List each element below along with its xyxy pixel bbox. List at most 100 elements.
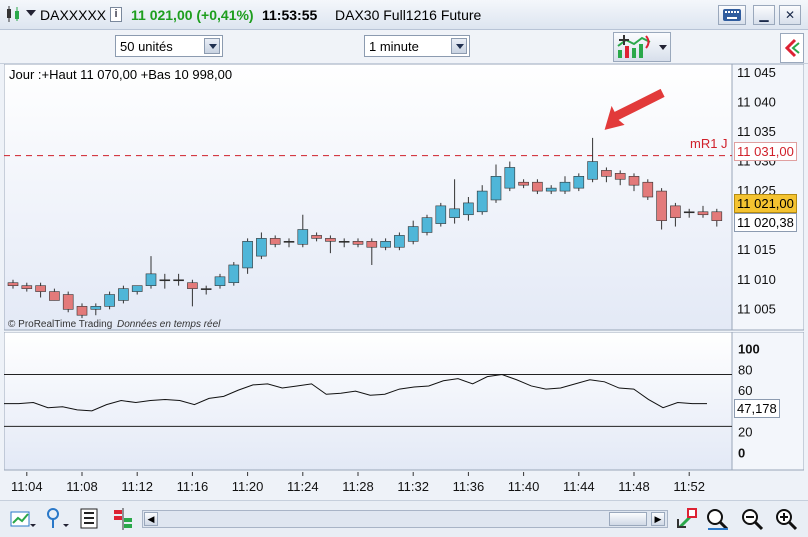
price-tick-label: 11 040 (737, 94, 776, 109)
time-tick-label: 11:08 (66, 479, 98, 494)
cursor-price-tag: 11 020,38 (734, 213, 797, 232)
candle-body (476, 190, 488, 213)
symbol-dropdown-icon[interactable] (26, 10, 36, 16)
candle-body (380, 241, 391, 248)
interval-select[interactable]: 1 minute (364, 35, 470, 57)
candle-body (242, 241, 253, 269)
price-tick-label: 11 005 (737, 301, 776, 316)
info-icon[interactable]: i (110, 7, 122, 22)
time-tick-label: 11:36 (453, 479, 485, 494)
last-price-tag: 11 021,00 (734, 194, 797, 213)
candle-body (256, 238, 267, 257)
units-select-value: 50 unités (120, 39, 173, 54)
indicator-tools-icon[interactable] (44, 508, 70, 536)
keyboard-button[interactable] (718, 5, 746, 25)
candle-body (366, 241, 378, 248)
close-chart-icon (784, 38, 800, 58)
candle-body (21, 285, 33, 289)
candle-body (352, 241, 364, 245)
time-tick-label: 11:04 (11, 479, 43, 494)
time-axis: 11:04 11:08 11:12 11:16 11:20 11:24 11:28 11:32… (4, 472, 804, 500)
candle-body (559, 181, 571, 192)
scroll-right-icon[interactable]: ▶ (651, 512, 665, 526)
time-tick-label: 11:24 (287, 479, 319, 494)
chart-type-icon[interactable] (10, 508, 36, 536)
indicator-chart-icon (617, 35, 651, 58)
time-tick-label: 11:20 (232, 479, 264, 494)
candle-body (104, 294, 115, 307)
price-chart[interactable]: 11 04511 04011 03511 03011 02511 02011 0… (3, 63, 805, 332)
candle-body (76, 306, 88, 316)
crosshair-tool-icon[interactable] (676, 507, 700, 537)
candle-body (518, 181, 529, 186)
candle-body (269, 238, 281, 245)
order-book-icon[interactable] (112, 508, 134, 536)
close-icon: ✕ (784, 8, 796, 22)
candle-body (159, 279, 171, 282)
candle-body (407, 226, 419, 242)
indicator-panel[interactable]: 100806040200 47,178 (3, 331, 805, 472)
scroll-left-icon[interactable]: ◀ (144, 512, 158, 526)
price-tick-label: 11 015 (737, 242, 776, 257)
price-tick-label: 11 035 (737, 124, 776, 139)
candle-body (7, 282, 19, 286)
candle-body (283, 241, 295, 243)
watermark-realtime: Données en temps réel (117, 319, 221, 330)
time-axis-svg: 11:04 11:08 11:12 11:16 11:20 11:24 11:28 11:32… (11, 472, 705, 494)
horizontal-scrollbar[interactable]: ◀ ▶ (142, 510, 668, 528)
candle-body (532, 181, 543, 192)
zoom-out-icon[interactable] (740, 507, 764, 537)
candle-body (394, 235, 405, 248)
mr1-price-tag: 11 031,00 (734, 142, 797, 161)
indicator-plot-area (3, 331, 733, 471)
indicator-chart[interactable]: 100806040200 (3, 331, 805, 472)
symbol-label[interactable]: DAXXXXX (40, 7, 106, 23)
bottom-toolbar: ◀ ▶ (0, 500, 808, 537)
chart-toolbar: 50 unités 1 minute (0, 30, 808, 64)
units-select[interactable]: 50 unités (115, 35, 223, 57)
candle-body (545, 187, 557, 192)
zoom-in-icon[interactable] (774, 507, 798, 537)
candle-body (90, 306, 102, 310)
price-change: 11 021,00 (+0,41%) (131, 7, 254, 23)
instrument-label: DAX30 Full1216 Future (335, 7, 482, 23)
close-button[interactable]: ✕ (779, 5, 801, 25)
price-tick-label: 11 010 (737, 272, 776, 287)
add-indicator-button[interactable] (613, 32, 671, 62)
candle-body (504, 167, 516, 189)
candle-body (449, 208, 460, 218)
minimize-button[interactable]: ▁ (753, 5, 775, 25)
candle-body (711, 211, 723, 221)
close-chart-button[interactable] (780, 33, 804, 63)
candle-body (642, 181, 654, 198)
time-tick-label: 11:48 (618, 479, 650, 494)
time-label: 11:53:55 (262, 7, 318, 23)
candle-body (214, 276, 226, 286)
minimize-icon: ▁ (759, 8, 769, 22)
chevron-down-icon (659, 45, 667, 50)
scrollbar-thumb[interactable] (609, 512, 647, 526)
time-tick-label: 11:40 (508, 479, 540, 494)
zoom-fit-icon[interactable] (705, 507, 731, 537)
candle-body (573, 176, 585, 189)
time-tick-label: 11:52 (673, 479, 705, 494)
candle-body (421, 217, 433, 233)
mr1-label: mR1 J (690, 136, 728, 151)
candlestick-icon (4, 5, 22, 29)
candle-body (173, 279, 184, 282)
list-icon[interactable] (80, 508, 100, 536)
candle-body (49, 291, 60, 301)
candle-body (297, 229, 309, 245)
candle-body (656, 190, 667, 221)
candle-body (683, 211, 695, 214)
price-plot-area (3, 63, 733, 331)
candle-body (187, 282, 198, 289)
price-tick-label: 11 045 (737, 65, 776, 80)
candle-body (601, 170, 612, 177)
candle-body (490, 176, 502, 201)
interval-select-value: 1 minute (369, 39, 419, 54)
candle-body (145, 273, 157, 286)
chevron-down-icon[interactable] (204, 38, 220, 54)
chevron-down-icon[interactable] (451, 38, 467, 54)
price-chart-panel[interactable]: 11 04511 04011 03511 03011 02511 02011 0… (3, 63, 805, 332)
